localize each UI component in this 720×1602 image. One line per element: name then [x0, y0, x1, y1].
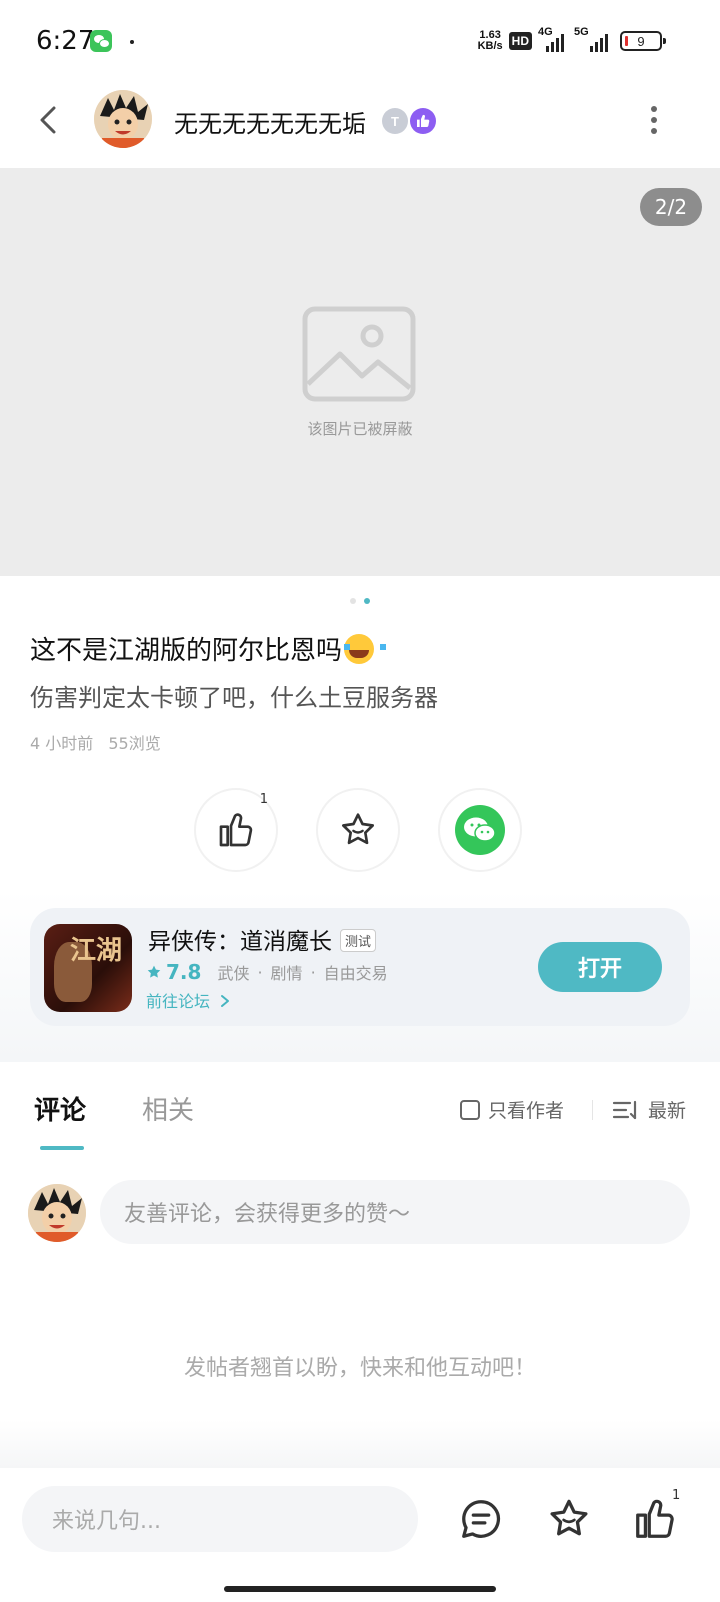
like-count: 1: [259, 792, 268, 807]
star-icon: [342, 813, 374, 845]
back-button[interactable]: [30, 100, 70, 140]
signal-4g-label: 4G: [538, 26, 553, 38]
battery-level: 9: [637, 33, 645, 49]
comment-tabs: 评论 相关 只看作者 最新: [0, 1062, 720, 1152]
share-wechat-button[interactable]: [438, 788, 522, 872]
game-title-text: 异侠传：道消魔长: [148, 929, 332, 955]
star-filled-icon: [147, 965, 161, 978]
favorite-button[interactable]: [316, 788, 400, 872]
home-indicator[interactable]: [224, 1586, 496, 1592]
post-body: 伤害判定太卡顿了吧，什么土豆服务器: [30, 684, 438, 712]
blocked-image-text: 该图片已被屏蔽: [307, 420, 413, 438]
carousel-dot: [350, 598, 356, 604]
game-genre: 自由交易: [323, 964, 388, 983]
wechat-icon: [455, 805, 505, 855]
image-page-indicator: 2/2: [640, 188, 702, 226]
forum-link-text: 前往论坛: [146, 992, 211, 1011]
network-speed-unit: KB/s: [477, 40, 503, 52]
sort-button[interactable]: 最新: [612, 1096, 686, 1123]
thumbs-up-icon: [219, 813, 253, 847]
status-bar: 6:27 1.63 KB/s HD 4G 5G 9: [0, 0, 720, 84]
chevron-left-icon: [40, 106, 56, 134]
post-meta: 4 小时前 55浏览: [30, 730, 161, 754]
avatar-image: [28, 1184, 86, 1242]
more-options-button[interactable]: [644, 106, 664, 134]
game-rating-value: 7.8: [166, 960, 202, 984]
open-game-button[interactable]: 打开: [538, 942, 662, 992]
game-card[interactable]: 江湖 异侠传：道消魔长 测试 7.8 武侠 · 剧情 · 自由交易 前往论坛 打开: [30, 908, 690, 1026]
hd-icon: HD: [508, 32, 532, 50]
notification-dot: [130, 40, 134, 44]
network-speed: 1.63 KB/s: [478, 30, 503, 52]
post-time: 4 小时前: [30, 734, 94, 753]
game-genre: 剧情: [270, 964, 303, 983]
chevron-right-icon: [221, 995, 230, 1007]
post-image-area[interactable]: 2/2 该图片已被屏蔽: [0, 168, 720, 576]
author-avatar[interactable]: [94, 90, 152, 148]
game-section: 江湖 异侠传：道消魔长 测试 7.8 武侠 · 剧情 · 自由交易 前往论坛 打开: [0, 890, 720, 1062]
signal-5g-icon: 5G: [574, 26, 614, 52]
comment-icon[interactable]: [458, 1496, 504, 1542]
author-only-checkbox[interactable]: [460, 1099, 480, 1120]
wechat-bubbles-icon: [464, 817, 496, 842]
post-views: 55浏览: [108, 734, 161, 753]
battery-icon: 9: [620, 31, 666, 51]
game-title[interactable]: 异侠传：道消魔长 测试: [148, 922, 377, 956]
post-title-text: 这不是江湖版的阿尔比恩吗: [30, 636, 343, 666]
author-name[interactable]: 无无无无无无无垢: [174, 104, 366, 139]
status-time: 6:27: [36, 26, 95, 56]
author-only-label: 只看作者: [488, 1100, 565, 1122]
sort-list-icon: [612, 1100, 637, 1119]
game-icon-text: 江湖: [69, 936, 122, 966]
star-icon[interactable]: [546, 1496, 592, 1542]
empty-comments-text: 发帖者翘首以盼，快来和他互动吧！: [183, 1356, 536, 1381]
bottom-action-bar: 来说几句... 1: [0, 1468, 720, 1602]
bottom-fade: [0, 1420, 720, 1468]
blocked-image-icon: [302, 306, 416, 402]
bottom-like-count: 1: [672, 1488, 681, 1503]
status-indicators: 1.63 KB/s HD 4G 5G 9: [478, 26, 666, 52]
test-tag: 测试: [340, 929, 377, 952]
carousel-dot-active: [364, 598, 370, 604]
user-avatar[interactable]: [28, 1184, 86, 1242]
filter-divider: [592, 1100, 593, 1120]
sort-label: 最新: [648, 1100, 687, 1122]
laughing-tears-emoji-icon: [344, 634, 387, 664]
carousel-dots: [350, 598, 370, 604]
game-rating: 7.8: [146, 960, 201, 984]
more-dot-icon: [651, 117, 657, 123]
bottom-comment-input[interactable]: 来说几句...: [22, 1486, 418, 1552]
signal-5g-label: 5G: [574, 26, 589, 38]
active-tab-indicator: [40, 1146, 84, 1150]
tab-comments[interactable]: 评论: [34, 1090, 86, 1127]
signal-4g-icon: 4G: [538, 26, 568, 52]
game-meta: 7.8 武侠 · 剧情 · 自由交易: [146, 960, 388, 984]
comment-input[interactable]: 友善评论，会获得更多的赞～: [100, 1180, 690, 1244]
more-dot-icon: [651, 106, 657, 112]
author-only-toggle[interactable]: 只看作者: [460, 1096, 564, 1123]
genre-separator: ·: [310, 962, 316, 982]
genre-separator: ·: [257, 962, 263, 982]
like-button[interactable]: 1: [194, 788, 278, 872]
wechat-notification-icon: [90, 30, 112, 52]
game-genre: 武侠: [217, 964, 250, 983]
comment-input-row: 友善评论，会获得更多的赞～: [0, 1180, 720, 1248]
more-dot-icon: [651, 128, 657, 134]
post-title: 这不是江湖版的阿尔比恩吗: [30, 630, 387, 667]
game-icon[interactable]: 江湖: [44, 924, 132, 1012]
thumbs-up-icon: [417, 114, 430, 128]
tab-related[interactable]: 相关: [142, 1090, 194, 1127]
avatar-image: [94, 90, 152, 148]
level-badge[interactable]: T: [382, 108, 408, 134]
forum-link[interactable]: 前往论坛: [146, 988, 231, 1012]
thumbs-up-badge-icon[interactable]: [410, 108, 436, 134]
post-header: 无无无无无无无垢 T: [0, 84, 720, 166]
